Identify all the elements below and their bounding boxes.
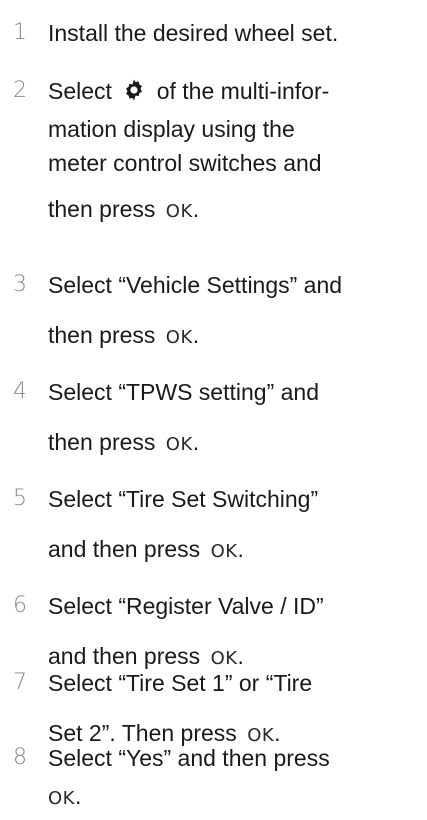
step-text-line: OK. bbox=[48, 775, 427, 820]
step-text: meter control switches and bbox=[48, 150, 322, 176]
step-text: Install the desired wheel set. bbox=[48, 20, 339, 46]
step-text: then press bbox=[48, 429, 156, 455]
step-text: . bbox=[192, 322, 200, 348]
step-text: . bbox=[192, 429, 200, 455]
step-8: 8 Select “Yes” and then press OK. bbox=[0, 737, 427, 820]
step-text: Select “Vehicle Settings” and bbox=[48, 272, 343, 298]
step-number: 1 bbox=[13, 20, 27, 45]
step-number: 5 bbox=[13, 486, 27, 511]
step-number: 2 bbox=[13, 78, 27, 103]
step-number: 6 bbox=[13, 593, 27, 618]
step-number: 7 bbox=[13, 670, 27, 695]
step-text: Select “Yes” and then press bbox=[48, 745, 330, 771]
step-text: then press bbox=[48, 322, 156, 348]
ok-button-label: OK bbox=[165, 434, 193, 455]
step-number: 4 bbox=[13, 379, 27, 404]
step-text: . bbox=[237, 536, 244, 562]
step-3: 3 Select “Vehicle Settings” and then pre… bbox=[0, 264, 427, 359]
step-number: 8 bbox=[13, 745, 27, 770]
step-number: 3 bbox=[13, 272, 27, 297]
step-text: and then press bbox=[48, 536, 201, 562]
ok-button-label: OK bbox=[165, 201, 193, 222]
gear-icon bbox=[126, 79, 143, 101]
step-5: 5 Select “Tire Set Switching” and then p… bbox=[0, 478, 427, 573]
step-text: . bbox=[192, 196, 200, 222]
step-text: Select “Tire Set Switching” bbox=[48, 486, 319, 512]
ok-button-label: OK bbox=[210, 541, 238, 562]
ok-button-label: OK bbox=[165, 327, 193, 348]
step-1: 1 Install the desired wheel set. bbox=[0, 12, 427, 54]
ok-button-label: OK bbox=[48, 788, 75, 809]
step-text-line: then press OK. bbox=[48, 421, 427, 466]
step-text: Select “Tire Set 1” or “Tire bbox=[48, 670, 313, 696]
step-2: 2 Select of the multi-infor- mation disp… bbox=[0, 70, 427, 233]
step-text: Select bbox=[48, 78, 112, 104]
step-text: of the multi-infor- bbox=[156, 78, 330, 104]
step-text-line: then press OK. bbox=[48, 314, 427, 359]
step-text-line: and then press OK. bbox=[48, 528, 427, 573]
step-text: then press bbox=[48, 196, 156, 222]
step-text-line: Select of the multi-infor- bbox=[48, 70, 427, 112]
step-text: Select “TPWS setting” and bbox=[48, 379, 319, 405]
step-text-line: then press OK. bbox=[48, 188, 427, 233]
step-text: . bbox=[74, 783, 82, 809]
step-text: Select “Register Valve / ID” bbox=[48, 593, 324, 619]
step-text: mation display using the bbox=[48, 116, 295, 142]
step-4: 4 Select “TPWS setting” and then press O… bbox=[0, 371, 427, 466]
